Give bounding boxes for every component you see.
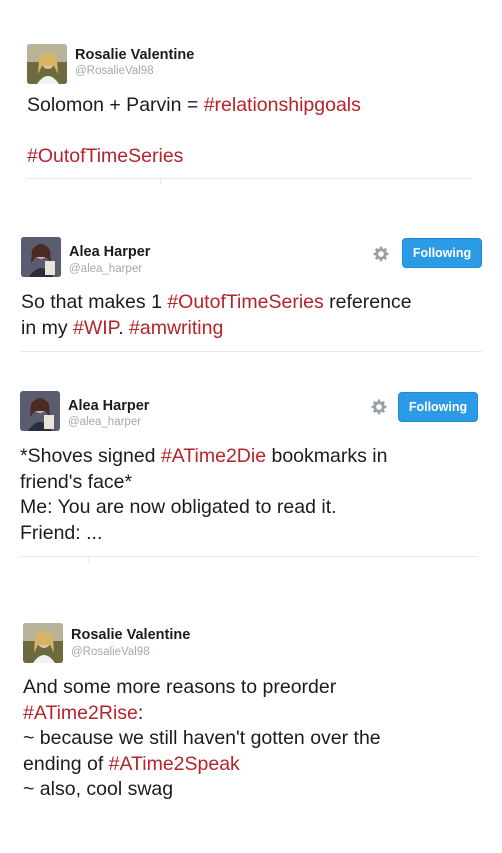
tweet-line: And some more reasons to preorder: [23, 675, 381, 701]
tweet-text-segment: ~ also, cool swag: [23, 778, 174, 800]
avatar[interactable]: [27, 44, 67, 84]
author-handle[interactable]: @alea_harper: [68, 416, 141, 428]
hashtag-link[interactable]: #WIP: [73, 317, 118, 339]
gear-icon[interactable]: [372, 245, 390, 263]
tweet-line: Me: You are now obligated to read it.: [20, 495, 387, 521]
avatar[interactable]: [20, 391, 60, 431]
hashtag-link[interactable]: #amwriting: [129, 317, 223, 339]
tweet-line: ending of #ATime2Speak: [23, 752, 381, 778]
tweet-text-segment: ending of: [23, 752, 109, 775]
tweet-text: *Shoves signed #ATime2Die bookmarks in fr…: [20, 444, 387, 546]
avatar-image: [23, 623, 63, 663]
author-name[interactable]: Rosalie Valentine: [71, 627, 190, 643]
gear-icon[interactable]: [370, 398, 388, 416]
tweet-line: Friend: ...: [20, 521, 387, 547]
tweet-line: #OutofTimeSeries: [27, 144, 361, 170]
tweet-text-segment: Friend: ...: [20, 521, 103, 544]
tweet-line: friend's face*: [20, 470, 387, 496]
avatar-image: [21, 237, 61, 277]
tweet-text-segment: bookmarks in: [266, 445, 388, 467]
hashtag-link[interactable]: #ATime2Speak: [109, 753, 240, 775]
tweet-text-segment: reference: [323, 291, 412, 313]
author-name[interactable]: Alea Harper: [68, 398, 149, 414]
following-button[interactable]: Following: [402, 238, 482, 268]
hashtag-link[interactable]: #ATime2Die: [161, 445, 266, 467]
tweet-text-segment: Solomon + Parvin =: [27, 94, 204, 116]
tweet-text-segment: And some more reasons to preorder: [23, 676, 337, 698]
tweet-text-segment: *Shoves signed: [20, 445, 161, 467]
author-handle[interactable]: @RosalieVal98: [71, 646, 150, 658]
tweet-line: Solomon + Parvin = #relationshipgoals: [27, 93, 361, 119]
avatar[interactable]: [23, 623, 63, 663]
author-handle[interactable]: @RosalieVal98: [75, 65, 154, 77]
hashtag-link[interactable]: #ATime2Rise: [23, 702, 138, 724]
avatar-image: [20, 391, 60, 431]
tweet-line: in my #WIP. #amwriting: [21, 316, 412, 342]
divider: [27, 178, 472, 179]
hashtag-link[interactable]: #relationshipgoals: [204, 94, 361, 116]
tweet-text-segment: friend's face*: [20, 470, 133, 493]
divider-tick: [88, 556, 89, 562]
avatar[interactable]: [21, 237, 61, 277]
tweet-text: So that makes 1 #OutofTimeSeries referen…: [21, 290, 412, 341]
author-handle[interactable]: @alea_harper: [69, 263, 142, 275]
hashtag-link[interactable]: #OutofTimeSeries: [167, 291, 323, 313]
author-name[interactable]: Rosalie Valentine: [75, 47, 194, 63]
tweet-text-segment: in my: [21, 316, 74, 339]
tweet-text: And some more reasons to preorder #ATime2…: [23, 675, 381, 803]
tweet-line: #ATime2Rise:: [23, 701, 381, 727]
tweet-line: So that makes 1 #OutofTimeSeries referen…: [21, 290, 412, 316]
tweet-text-segment: :: [137, 701, 144, 724]
divider-tick: [160, 178, 161, 184]
tweet-line: ~ because we still haven't gotten over t…: [23, 726, 381, 752]
tweet-text-segment: So that makes 1: [21, 291, 168, 313]
divider: [21, 351, 482, 352]
tweet-text: Solomon + Parvin = #relationshipgoals #Ou…: [27, 93, 361, 170]
tweet-line: [27, 119, 361, 145]
author-name[interactable]: Alea Harper: [69, 244, 150, 260]
hashtag-link[interactable]: #OutofTimeSeries: [27, 145, 183, 167]
following-button[interactable]: Following: [398, 392, 478, 422]
tweet-text-segment: Me: You are now obligated to read it.: [20, 496, 337, 518]
tweet-line: ~ also, cool swag: [23, 777, 381, 803]
tweet-text-segment: ~ because we still haven't gotten over t…: [23, 727, 381, 749]
tweet-line: *Shoves signed #ATime2Die bookmarks in: [20, 444, 387, 470]
avatar-image: [27, 44, 67, 84]
tweet-text-segment: .: [118, 316, 130, 339]
